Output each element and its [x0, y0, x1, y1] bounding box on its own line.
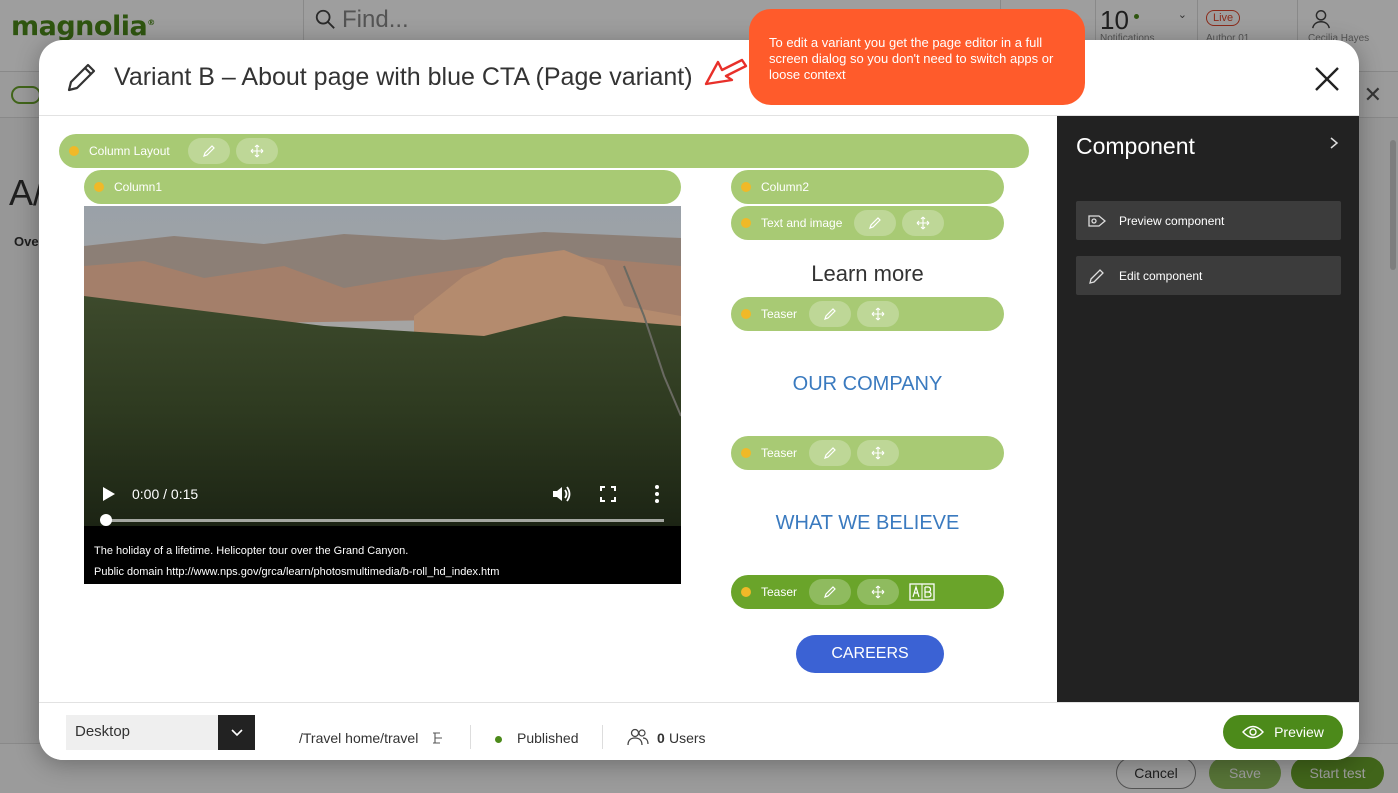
status-dot	[94, 182, 104, 192]
move-icon	[917, 216, 930, 230]
pencil-icon	[1089, 268, 1104, 284]
preview-button[interactable]: Preview	[1223, 715, 1343, 749]
pencil-icon	[824, 586, 836, 598]
dialog-footer: Desktop /Travel home/travel Published 0 …	[39, 702, 1359, 760]
pencil-icon	[67, 63, 96, 92]
published-status-dot	[495, 736, 502, 743]
component-label: Column1	[114, 180, 163, 194]
component-label: Column Layout	[89, 144, 170, 158]
device-select[interactable]: Desktop	[66, 715, 255, 750]
divider	[602, 725, 603, 749]
status-dot	[741, 309, 751, 319]
move-icon	[871, 307, 885, 321]
onboarding-tooltip: To edit a variant you get the page edito…	[749, 9, 1085, 105]
callout-arrow-icon	[704, 58, 748, 86]
pencil-icon	[869, 217, 882, 229]
eye-icon	[1242, 725, 1265, 739]
video-player[interactable]: 0:00 / 0:15 The holiday of a lifetime. H…	[84, 206, 681, 584]
video-controls: 0:00 / 0:15	[84, 476, 681, 536]
component-bar-teaser[interactable]: Teaser	[731, 436, 1004, 470]
volume-icon[interactable]	[551, 484, 571, 504]
video-credit: Public domain http://www.nps.gov/grca/le…	[94, 566, 500, 578]
preview-component-button[interactable]: Preview component	[1076, 201, 1341, 240]
status-dot	[741, 218, 751, 228]
tooltip-text: To edit a variant you get the page edito…	[769, 35, 1054, 82]
component-bar-teaser-variant[interactable]: Teaser	[731, 575, 1004, 609]
page-canvas: Column Layout Column1 0:00 / 0:15 The ho…	[39, 116, 1057, 702]
careers-cta-button[interactable]: CAREERS	[796, 635, 944, 673]
pencil-icon	[824, 308, 836, 320]
status-dot	[741, 587, 751, 597]
chevron-down-icon	[218, 715, 255, 750]
move-icon	[250, 144, 264, 158]
users-label: Users	[669, 730, 706, 746]
component-label: Teaser	[761, 307, 798, 321]
pencil-icon	[202, 145, 215, 157]
edit-component-button[interactable]: Edit component	[1076, 256, 1341, 295]
component-side-panel: Component Preview component Edit compone…	[1057, 116, 1359, 702]
video-progress-track[interactable]	[104, 519, 664, 522]
close-icon[interactable]	[1312, 64, 1342, 94]
ab-icon	[909, 583, 935, 601]
edit-component-button[interactable]	[809, 440, 852, 466]
preview-component-label: Preview component	[1119, 213, 1225, 228]
component-bar-teaser[interactable]: Teaser	[731, 297, 1004, 331]
component-bar-text-and-image[interactable]: Text and image	[731, 206, 1004, 240]
edit-component-label: Edit component	[1119, 268, 1203, 283]
component-bar-column1[interactable]: Column1	[84, 170, 681, 204]
component-label: Text and image	[761, 216, 843, 230]
users-icon	[627, 728, 649, 746]
move-component-button[interactable]	[857, 301, 900, 327]
move-icon	[871, 585, 885, 599]
learn-more-heading: Learn more	[811, 261, 924, 286]
divider	[470, 725, 471, 749]
move-component-button[interactable]	[857, 579, 900, 605]
edit-component-button[interactable]	[809, 301, 852, 327]
component-bar-column2[interactable]: Column2	[731, 170, 1004, 204]
edit-component-button[interactable]	[809, 579, 852, 605]
component-label: Column2	[761, 180, 810, 194]
copy-path-icon[interactable]	[431, 731, 443, 745]
video-caption: The holiday of a lifetime. Helicopter to…	[94, 545, 409, 557]
move-icon	[871, 446, 885, 460]
move-component-button[interactable]	[235, 138, 278, 164]
more-options-icon[interactable]	[654, 484, 660, 504]
edit-component-button[interactable]	[854, 210, 897, 236]
status-dot	[741, 182, 751, 192]
ab-variant-icon[interactable]	[909, 582, 935, 602]
page-path: /Travel home/travel	[299, 730, 419, 746]
side-panel-title: Component	[1076, 133, 1195, 159]
pencil-icon	[824, 447, 836, 459]
edit-component-button[interactable]	[187, 138, 230, 164]
fullscreen-icon[interactable]	[600, 486, 616, 502]
component-bar-column-layout[interactable]: Column Layout	[59, 134, 1029, 168]
preview-button-label: Preview	[1274, 724, 1324, 740]
dialog-header: Variant B – About page with blue CTA (Pa…	[39, 40, 1359, 116]
status-dot	[69, 146, 79, 156]
page-editor-dialog: Variant B – About page with blue CTA (Pa…	[39, 40, 1359, 760]
play-icon[interactable]	[102, 486, 116, 502]
status-dot	[741, 448, 751, 458]
tag-icon	[1088, 214, 1106, 227]
teaser-link-our-company[interactable]: OUR COMPANY	[731, 373, 1004, 396]
move-component-button[interactable]	[857, 440, 900, 466]
teaser-link-what-we-believe[interactable]: WHAT WE BELIEVE	[731, 512, 1004, 535]
video-time: 0:00 / 0:15	[132, 486, 199, 502]
move-component-button[interactable]	[902, 210, 945, 236]
dialog-title: Variant B – About page with blue CTA (Pa…	[114, 63, 693, 91]
video-progress-knob[interactable]	[100, 514, 112, 526]
chevron-right-icon[interactable]	[1327, 136, 1341, 150]
component-label: Teaser	[761, 585, 798, 599]
device-select-value: Desktop	[75, 723, 131, 740]
component-label: Teaser	[761, 446, 798, 460]
users-count: 0	[657, 730, 665, 746]
publish-status: Published	[517, 730, 579, 746]
